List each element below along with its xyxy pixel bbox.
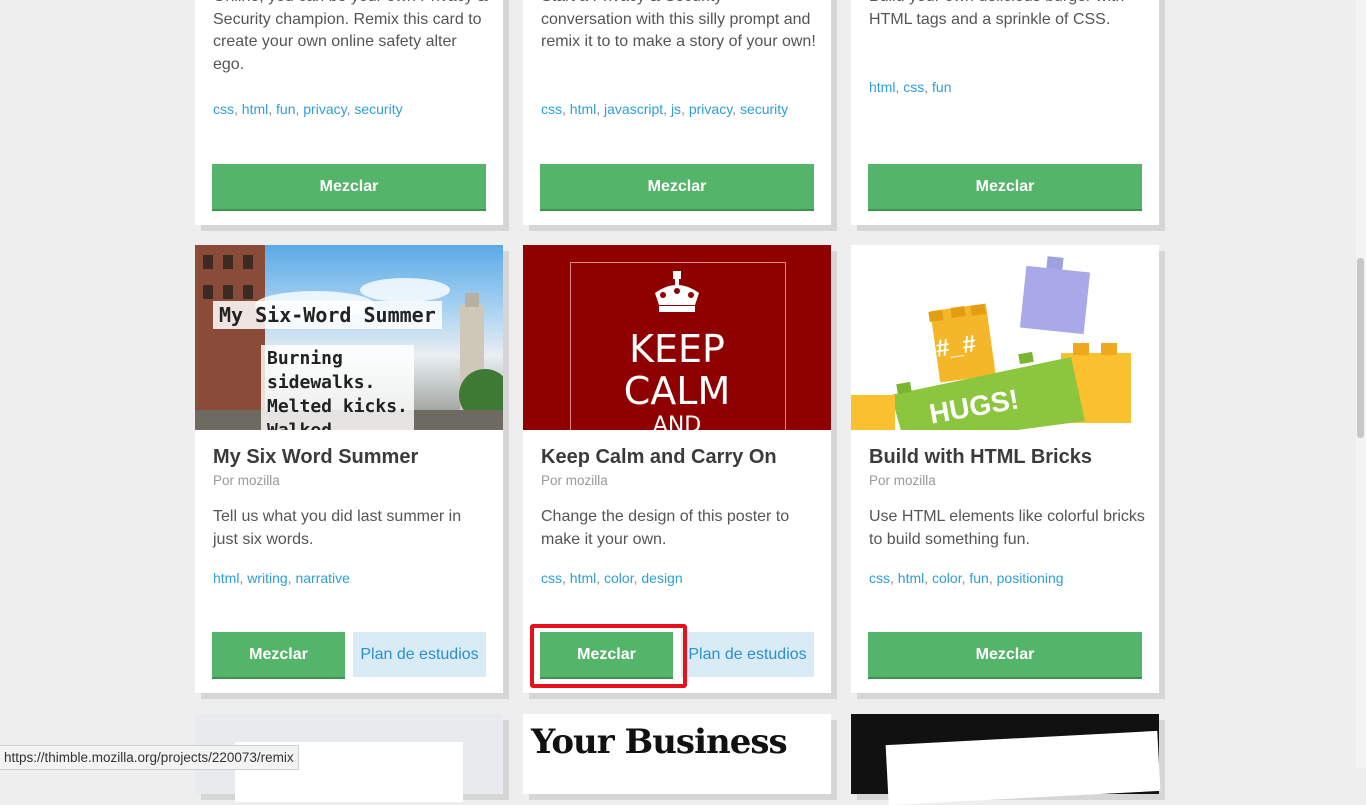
tag-link[interactable]: html [898,570,924,586]
highlight-box [530,624,687,688]
thumb-poem-block: Burning sidewalks. Melted kicks. Walked [261,345,414,430]
tag-separator: , [681,101,689,117]
remix-button[interactable]: Mezclar [212,632,345,677]
tag-link[interactable]: html [242,101,268,117]
project-card-burger: Build your own delicious burger with HTM… [851,0,1159,225]
project-description: Start a Privacy & Security conversation … [541,0,816,50]
tag-link[interactable]: privacy [689,101,732,117]
crown-icon [655,271,699,312]
tag-separator: , [924,570,933,586]
thumb-poem-line: Walked [267,419,408,430]
brick-hash-text: #_# [934,330,978,363]
thumb-poem-line: sidewalks. [267,372,376,393]
project-thumbnail[interactable]: #_# HUGS! [851,245,1159,430]
tag-link[interactable]: security [354,101,402,117]
tag-separator: , [924,79,933,95]
tag-link[interactable]: javascript [604,101,663,117]
project-description: Online, you can be your own Privacy & Se… [213,0,488,73]
poster-calm-text: CALM [623,369,731,413]
project-description: Build your own delicious burger with HTM… [869,0,1124,28]
tag-link[interactable]: fun [276,101,295,117]
tag-link[interactable]: css [213,101,234,117]
tag-separator: , [596,101,605,117]
tag-link[interactable]: fun [932,79,951,95]
tag-link[interactable]: js [671,101,681,117]
project-author: Por mozilla [869,473,936,488]
project-card-six-word-summer: My Six-Word Summer Burning sidewalks. Me… [195,245,503,693]
curriculum-button[interactable]: Plan de estudios [681,632,814,677]
tag-link[interactable]: html [869,79,895,95]
tag-separator: , [562,101,570,117]
tag-link[interactable]: html [570,101,596,117]
poster-keep-text: KEEP [629,327,725,371]
tag-link[interactable]: css [541,570,562,586]
tag-separator: , [234,101,242,117]
project-card-privacy-story: Start a Privacy & Security conversation … [523,0,831,225]
tag-separator: , [890,570,898,586]
tag-link[interactable]: positioning [997,570,1064,586]
remix-button[interactable]: Mezclar [868,164,1142,209]
project-title[interactable]: Build with HTML Bricks [869,446,1092,469]
tag-link[interactable]: privacy [303,101,346,117]
project-card-bottom-2: Your Business [523,714,831,794]
remix-button[interactable]: Mezclar [540,164,814,209]
scrollbar-thumb[interactable] [1357,258,1364,438]
project-tags: css, html, fun, privacy, security [213,101,403,117]
curriculum-button[interactable]: Plan de estudios [353,632,486,677]
thumb-heading-text: My Six-Word Summer [213,301,442,329]
project-thumbnail[interactable]: My Six-Word Summer Burning sidewalks. Me… [195,245,503,430]
tag-link[interactable]: security [740,101,788,117]
project-tags: css, html, javascript, js, privacy, secu… [541,101,788,117]
remix-button[interactable]: Mezclar [212,164,486,209]
project-title[interactable]: My Six Word Summer [213,446,418,469]
thumb-poem-line: Burning [267,348,343,369]
project-thumbnail[interactable]: KEEP CALM AND [523,245,831,430]
project-card-bottom-3 [851,714,1161,805]
tag-link[interactable]: fun [969,570,988,586]
project-tags: html, writing, narrative [213,570,350,586]
tag-separator: , [663,101,671,117]
tag-link[interactable]: narrative [295,570,349,586]
project-description: Change the design of this poster to make… [541,508,790,548]
project-thumbnail-title[interactable]: Your Business [531,722,788,762]
poster-and-text: AND [652,413,702,430]
tag-separator: , [562,570,570,586]
tag-link[interactable]: css [869,570,890,586]
tag-link[interactable]: color [932,570,962,586]
tag-link[interactable]: writing [247,570,287,586]
project-author: Por mozilla [213,473,280,488]
tag-separator: , [268,101,277,117]
project-tags: html, css, fun [869,79,951,95]
remix-button[interactable]: Mezclar [868,632,1142,677]
tag-link[interactable]: css [541,101,562,117]
project-author: Por mozilla [541,473,608,488]
project-tags: css, html, color, fun, positioning [869,570,1064,586]
project-title[interactable]: Keep Calm and Carry On [541,446,777,469]
project-description: Tell us what you did last summer in just… [213,508,462,548]
tag-separator: , [732,101,740,117]
tag-separator: , [596,570,605,586]
project-description: Use HTML elements like colorful bricks t… [869,508,1145,548]
project-tags: css, html, color, design [541,570,683,586]
tag-link[interactable]: css [903,79,924,95]
thumb-poem-line: Melted kicks. [267,396,408,417]
tag-link[interactable]: html [213,570,239,586]
tag-separator: , [988,570,997,586]
tag-link[interactable]: design [641,570,682,586]
link-status-url: https://thimble.mozilla.org/projects/220… [0,745,299,770]
tag-link[interactable]: html [570,570,596,586]
tag-link[interactable]: color [604,570,634,586]
project-card-privacy-champion: Online, you can be your own Privacy & Se… [195,0,503,225]
project-card-html-bricks: #_# HUGS! Build with HTML Bricks Por moz… [851,245,1159,693]
